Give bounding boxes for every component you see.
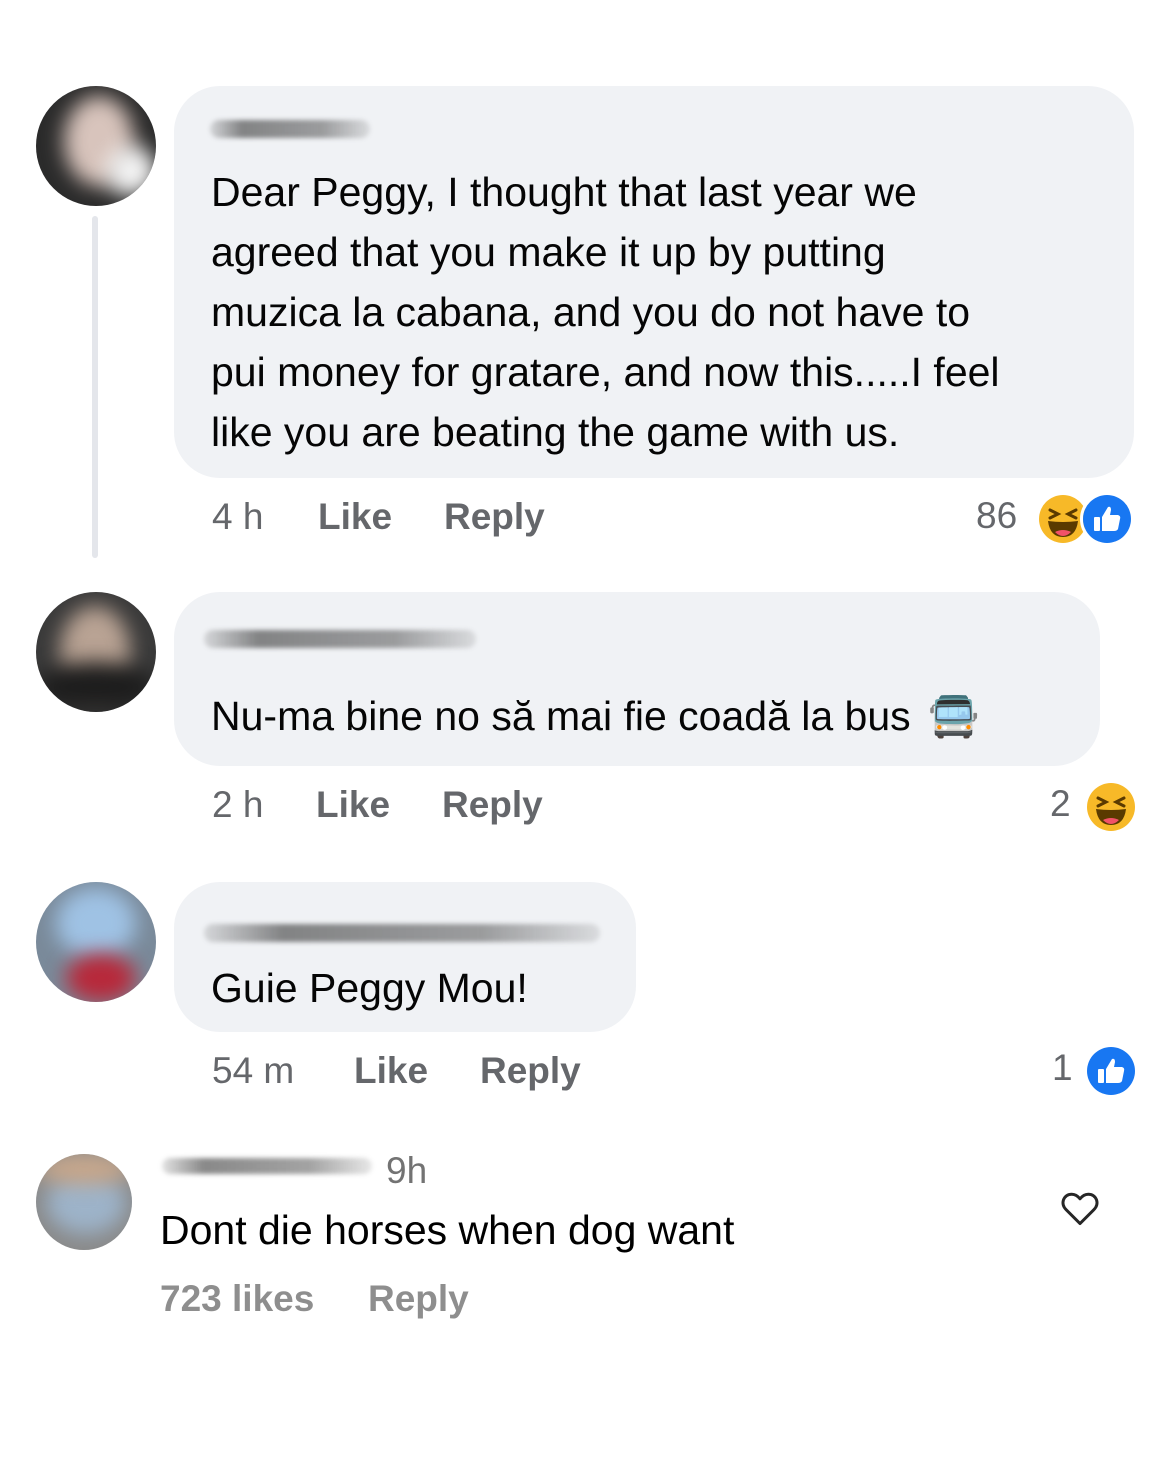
comment-actions: 54 m Like Reply [212,1046,712,1096]
comment-text: Guie Peggy Mou! [211,965,528,1011]
reaction-summary[interactable]: 2 [1046,776,1142,834]
redacted-author-name[interactable] [204,630,476,648]
like-icon [1080,492,1134,546]
reply-button[interactable]: Reply [368,1274,469,1324]
like-icon [1084,1044,1138,1098]
comment-text: Nu-ma bine no să mai fie coadă la bus 🚍 [211,686,979,746]
reaction-summary[interactable]: 86 [972,488,1142,546]
comment-time: 54 m [212,1050,295,1091]
heart-outline-icon[interactable] [1058,1186,1102,1230]
commenter-avatar[interactable] [36,1154,132,1250]
commenter-avatar[interactable] [36,86,156,206]
reaction-count: 86 [976,495,1018,536]
likes-count[interactable]: 723 likes [160,1274,314,1324]
comment-text: Dear Peggy, I thought that last year we … [211,169,1000,455]
comment-actions: 2 h Like Reply [212,780,712,830]
reaction-summary[interactable]: 1 [1048,1040,1142,1098]
like-button[interactable]: Like [316,780,390,830]
comment-text-body: Nu-ma bine no să mai fie coadă la bus [211,693,911,739]
redacted-author-name[interactable] [210,120,370,138]
comment-time: 4 h [212,496,264,537]
comment-bubble[interactable]: Dear Peggy, I thought that last year we … [174,86,1134,478]
like-button[interactable]: Like [354,1046,428,1096]
redacted-author-name[interactable] [162,1158,372,1174]
commenter-avatar[interactable] [36,882,156,1002]
like-button[interactable]: Like [318,492,392,542]
haha-icon [1084,780,1138,834]
comment-time: 9h [386,1150,428,1191]
comments-page: Dear Peggy, I thought that last year we … [0,0,1170,1462]
comment-bubble[interactable]: Guie Peggy Mou! [174,882,636,1032]
bus-emoji: 🚍 [928,692,980,740]
reaction-count: 2 [1050,783,1071,824]
thread-line [92,216,98,558]
comment-actions: 4 h Like Reply [212,492,712,542]
reaction-count: 1 [1052,1047,1073,1088]
comment-text: Dont die horses when dog want [160,1207,735,1253]
commenter-avatar[interactable] [36,592,156,712]
reply-button[interactable]: Reply [480,1046,581,1096]
comment-bubble[interactable]: Nu-ma bine no să mai fie coadă la bus 🚍 [174,592,1100,766]
reply-button[interactable]: Reply [444,492,545,542]
reply-button[interactable]: Reply [442,780,543,830]
redacted-author-name[interactable] [204,924,600,942]
comment-time: 2 h [212,784,264,825]
